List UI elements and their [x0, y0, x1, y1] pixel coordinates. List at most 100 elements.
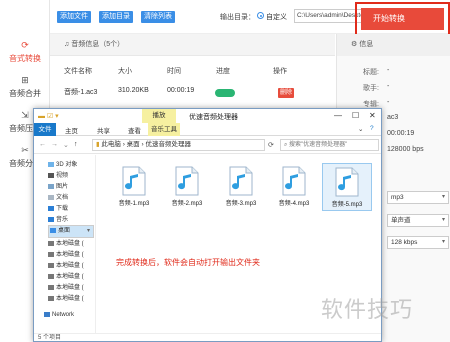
chevron-down-icon[interactable]: ⌄: [358, 125, 363, 133]
back-icon[interactable]: ←: [39, 141, 46, 148]
nav-item-videos[interactable]: 视频: [48, 170, 68, 179]
forward-icon[interactable]: →: [51, 141, 58, 148]
context-tab-play[interactable]: 播放: [142, 109, 176, 123]
watermark: 软件技巧: [321, 298, 414, 323]
nav-item-network[interactable]: Network: [44, 312, 74, 318]
cube-icon: [48, 161, 54, 167]
info-duration: 00:00:19: [387, 130, 415, 137]
drive-icon: [48, 240, 54, 246]
file-item[interactable]: 音频-1.mp3: [109, 163, 159, 211]
music-icon: [48, 216, 54, 222]
download-icon: [48, 205, 54, 211]
info-artist-label: 歌手:: [363, 85, 379, 92]
sidebar-item-label: 音式转换: [9, 54, 41, 63]
nav-item-music[interactable]: 音乐: [48, 214, 68, 223]
nav-label: 本地磁盘 (: [56, 274, 84, 280]
file-item[interactable]: 音频-2.mp3: [162, 163, 212, 211]
nav-item-disk[interactable]: 本地磁盘 (: [48, 249, 84, 258]
help-icon[interactable]: ?: [370, 125, 374, 132]
file-name: 音频-2.mp3: [171, 201, 203, 207]
nav-item-disk[interactable]: 本地磁盘 (: [48, 282, 84, 291]
col-name: 文件名称: [64, 68, 92, 75]
col-action: 操作: [273, 68, 287, 75]
info-artist-value: -: [387, 83, 390, 90]
progress-bar: [215, 89, 235, 97]
nav-item-disk[interactable]: 本地磁盘 (: [48, 293, 84, 302]
tab-file[interactable]: 文件: [34, 123, 56, 136]
nav-item-documents[interactable]: 文档: [48, 192, 68, 201]
video-icon: [48, 172, 54, 178]
convert-icon: ⟳: [21, 40, 29, 50]
sidebar-item-merge[interactable]: ⊞ 音频合并: [0, 75, 50, 99]
nav-item-desktop[interactable]: 桌面: [48, 225, 94, 238]
tab-view[interactable]: 查看: [128, 125, 141, 135]
start-convert-button[interactable]: 开始转换: [361, 8, 444, 30]
minimize-icon[interactable]: —: [334, 111, 342, 120]
folder-icon: ▬ ☑ ▾: [38, 113, 59, 120]
delete-button[interactable]: 删除: [278, 88, 294, 98]
breadcrumb-pc[interactable]: 此电脑: [101, 141, 121, 148]
search-input[interactable]: ⌕ 搜索"优速音频处理器": [280, 139, 379, 151]
channel-select[interactable]: 单声道: [387, 214, 449, 227]
nav-label: 本地磁盘 (: [56, 263, 84, 269]
explorer-ribbon: 文件 主页 共享 查看 音乐工具 ⌄ ?: [34, 123, 381, 136]
address-bar-row: ← → ⌄ ↑ ▮ 此电脑 › 桌面 › 优速音频处理器 ⟳ ⌕ 搜索"优速音频…: [34, 136, 381, 154]
drive-icon: [48, 251, 54, 257]
tab-home[interactable]: 主页: [65, 125, 78, 135]
drive-icon: [48, 284, 54, 290]
clear-list-button[interactable]: 清除列表: [141, 11, 175, 23]
nav-label: 本地磁盘 (: [56, 285, 84, 291]
search-placeholder: 搜索"优速音频处理器": [289, 142, 348, 148]
sidebar-item-convert[interactable]: ⟳ 音式转换: [0, 40, 50, 64]
info-title-label: 标题:: [363, 69, 379, 76]
drive-icon: [48, 295, 54, 301]
tab-share[interactable]: 共享: [97, 125, 110, 135]
nav-item-pictures[interactable]: 图片: [48, 181, 68, 190]
nav-label: 音乐: [56, 217, 69, 223]
nav-label: 本地磁盘 (: [56, 296, 84, 302]
file-name: 音频-1.ac3: [64, 89, 98, 96]
format-select[interactable]: mp3: [387, 191, 449, 204]
col-size: 大小: [118, 68, 132, 75]
add-folder-button[interactable]: 添加目录: [99, 11, 133, 23]
tab-music-tools[interactable]: 音乐工具: [148, 123, 180, 136]
up-icon[interactable]: ↑: [74, 141, 78, 148]
custom-radio[interactable]: [257, 12, 264, 19]
item-count: 5 个项目: [38, 335, 62, 341]
file-item[interactable]: 音频-4.mp3: [269, 163, 319, 211]
file-name: 音频-5.mp3: [331, 202, 363, 208]
maximize-icon[interactable]: ☐: [352, 111, 359, 120]
drive-icon: [48, 262, 54, 268]
nav-item-downloads[interactable]: 下载: [48, 203, 68, 212]
info-title: 信息: [359, 41, 374, 48]
file-name: 音频-4.mp3: [278, 201, 310, 207]
col-time: 时间: [167, 68, 181, 75]
nav-label: 本地磁盘 (: [56, 241, 84, 247]
address-bar[interactable]: ▮ 此电脑 › 桌面 › 优速音频处理器: [92, 139, 265, 151]
audio-file-icon: [281, 166, 307, 196]
nav-item-disk[interactable]: 本地磁盘 (: [48, 260, 84, 269]
output-dir-label: 输出目录：: [220, 14, 255, 21]
nav-label: 3D 对象: [56, 162, 78, 168]
network-icon: [44, 312, 50, 317]
start-button-highlight: 开始转换: [355, 2, 450, 36]
file-item-selected[interactable]: 音频-5.mp3: [322, 163, 372, 211]
custom-radio-label: 自定义: [266, 14, 287, 21]
file-name: 音频-3.mp3: [225, 201, 257, 207]
file-item[interactable]: 音频-3.mp3: [216, 163, 266, 211]
bitrate-select[interactable]: 128 kbps: [387, 236, 449, 249]
explorer-title: 优速音频处理器: [189, 114, 238, 121]
drive-icon: [48, 273, 54, 279]
nav-item-3d[interactable]: 3D 对象: [48, 159, 77, 168]
breadcrumb-folder[interactable]: 优速音频处理器: [145, 141, 191, 148]
table-row[interactable]: 音频-1.ac3 310.20KB 00:00:19 删除: [50, 87, 335, 99]
refresh-icon[interactable]: ⟳: [268, 141, 274, 149]
nav-item-disk[interactable]: 本地磁盘 (: [48, 271, 84, 280]
close-icon[interactable]: ✕: [369, 111, 376, 120]
breadcrumb-desktop[interactable]: 桌面: [127, 141, 140, 148]
recent-icon[interactable]: ⌄: [63, 141, 69, 149]
add-file-button[interactable]: 添加文件: [57, 11, 91, 23]
col-progress: 进度: [216, 68, 230, 75]
nav-item-disk[interactable]: 本地磁盘 (: [48, 238, 84, 247]
audio-file-icon: [174, 166, 200, 196]
